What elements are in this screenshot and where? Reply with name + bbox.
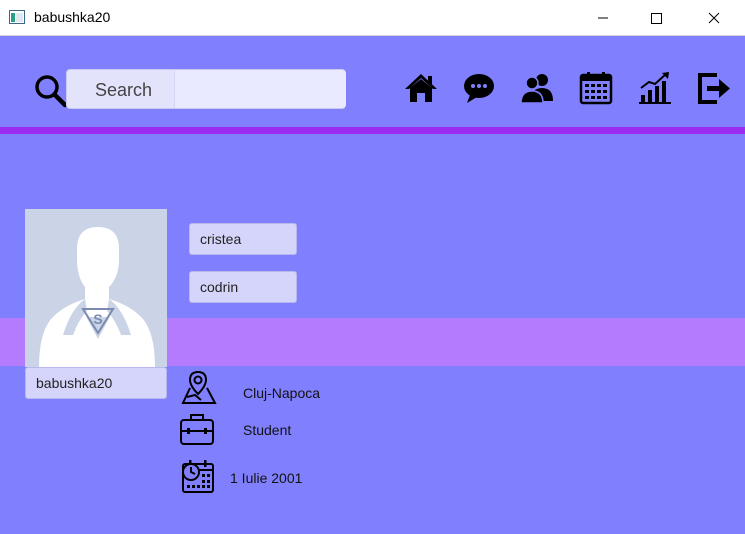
app-body: Search S cristea codrin babushka20 Cluj-… — [0, 36, 745, 534]
search-icon[interactable] — [34, 74, 68, 108]
calendar-icon[interactable] — [579, 71, 613, 105]
briefcase-icon — [180, 414, 214, 445]
app-icon — [9, 10, 25, 24]
search-input[interactable] — [174, 70, 346, 108]
minimize-button[interactable] — [580, 0, 626, 35]
location-text: Cluj-Napoca — [243, 385, 321, 401]
svg-text:S: S — [93, 311, 102, 327]
close-icon — [708, 12, 720, 23]
title-bar: babushka20 — [0, 0, 745, 36]
maximize-button[interactable] — [633, 0, 679, 35]
username-field[interactable]: babushka20 — [25, 367, 167, 399]
birthdate-text: 1 Iulie 2001 — [230, 470, 303, 486]
minimize-icon — [598, 17, 608, 18]
last-name-field[interactable]: cristea — [189, 223, 297, 255]
occupation-text: Student — [243, 422, 292, 438]
search-label: Search — [95, 80, 153, 100]
chat-icon[interactable] — [462, 71, 496, 105]
avatar-silhouette-icon: S — [39, 227, 155, 367]
home-icon[interactable] — [404, 71, 438, 105]
birthday-calendar-icon — [182, 460, 214, 493]
avatar: S — [25, 209, 167, 367]
close-button[interactable] — [691, 0, 737, 35]
map-pin-icon — [181, 370, 217, 404]
search-bar: Search — [66, 69, 346, 109]
header-divider — [0, 127, 745, 134]
friends-icon[interactable] — [520, 71, 554, 105]
logout-icon[interactable] — [697, 71, 731, 105]
stats-icon[interactable] — [638, 71, 672, 105]
maximize-icon — [651, 12, 662, 24]
first-name-field[interactable]: codrin — [189, 271, 297, 303]
window-title: babushka20 — [34, 9, 111, 25]
